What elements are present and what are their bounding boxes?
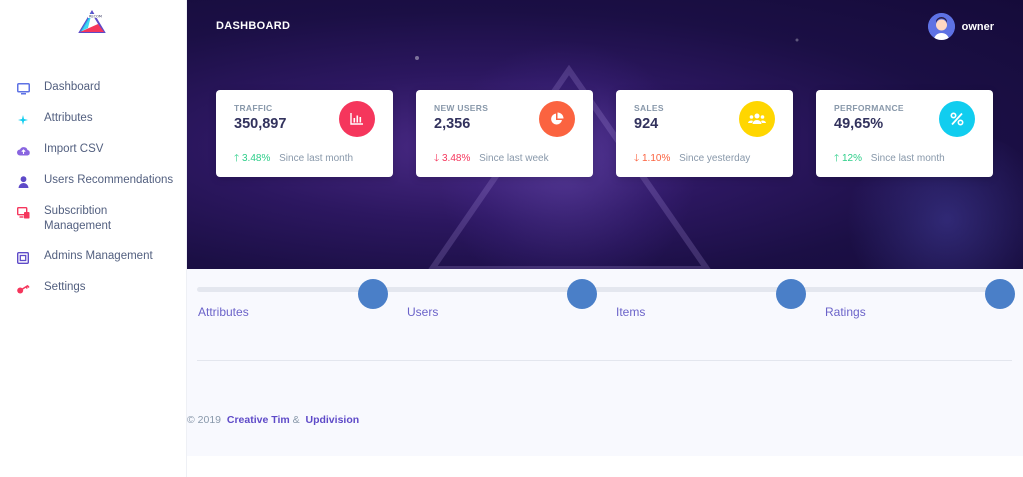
card-footer: 🡑 3.48% Since last month (234, 151, 353, 168)
footer-link-creative-tim[interactable]: Creative Tim (227, 414, 290, 426)
devices-icon (16, 206, 30, 220)
change-indicator: 🡓 3.48% (434, 153, 470, 164)
arrow-up-icon: 🡑 (834, 153, 840, 164)
footer-ampersand: & (292, 414, 300, 426)
svg-text:RECOM: RECOM (89, 15, 102, 19)
change-indicator: 🡑 3.48% (234, 153, 270, 164)
sidebar-item-label: Subscribtion Management (44, 205, 112, 232)
sidebar: RECOM Dashboard Attributes Import CSV Us… (0, 0, 187, 477)
sidebar-nav: Dashboard Attributes Import CSV Users Re… (0, 80, 187, 311)
sidebar-item-label: Import CSV (44, 143, 104, 155)
step-marker-attributes[interactable] (358, 279, 388, 309)
stat-card-new-users: NEW USERS 2,356 🡓 3.48% Since last week (416, 90, 593, 177)
settings-key-icon (16, 282, 30, 296)
step-marker-items[interactable] (776, 279, 806, 309)
card-footer: 🡓 1.10% Since yesterday (634, 151, 750, 168)
cloud-upload-icon (16, 144, 30, 158)
sidebar-item-attributes[interactable]: Attributes (0, 111, 187, 127)
step-label-users[interactable]: Users (407, 305, 438, 319)
sidebar-item-settings[interactable]: Settings (0, 280, 187, 296)
change-value: 1.10% (641, 153, 671, 164)
arrow-down-icon: 🡓 (434, 153, 440, 164)
footer-link-updivision[interactable]: Updivision (305, 414, 359, 426)
change-period: Since last month (279, 153, 354, 164)
brand-logo[interactable]: RECOM (78, 10, 106, 34)
sidebar-item-subscription-management[interactable]: Subscribtion Management (0, 204, 187, 234)
sidebar-item-label: Dashboard (44, 81, 101, 93)
change-period: Since last week (479, 153, 549, 164)
step-marker-users[interactable] (567, 279, 597, 309)
user-icon (16, 175, 30, 189)
card-footer: 🡓 3.48% Since last week (434, 151, 549, 168)
stat-card-sales: SALES 924 🡓 1.10% Since yesterday (616, 90, 793, 177)
sparkle-icon (16, 113, 30, 127)
sidebar-item-dashboard[interactable]: Dashboard (0, 80, 187, 96)
sidebar-item-label: Users Recommendations (44, 174, 174, 186)
change-value: 3.48% (441, 153, 471, 164)
divider (197, 360, 1012, 361)
change-period: Since yesterday (679, 153, 751, 164)
step-label-items[interactable]: Items (616, 305, 645, 319)
page-title: DASHBOARD (216, 20, 291, 32)
users-icon (739, 101, 775, 137)
sidebar-item-label: Settings (44, 281, 86, 293)
step-marker-ratings[interactable] (985, 279, 1015, 309)
card-footer: 🡑 12% Since last month (834, 151, 945, 168)
change-period: Since last month (870, 153, 945, 164)
stepper: Attributes Users Items Ratings (197, 278, 1017, 328)
chart-pie-icon (539, 101, 575, 137)
change-value: 12% (841, 153, 862, 164)
monitor-icon (16, 82, 30, 96)
change-indicator: 🡓 1.10% (634, 153, 670, 164)
stat-card-traffic: TRAFFIC 350,897 🡑 3.48% Since last month (216, 90, 393, 177)
change-indicator: 🡑 12% (834, 153, 862, 164)
admin-panel-icon (16, 251, 30, 265)
change-value: 3.48% (241, 153, 271, 164)
sidebar-item-users-recommendations[interactable]: Users Recommendations (0, 173, 187, 189)
user-name: owner (961, 20, 994, 33)
arrow-down-icon: 🡓 (634, 153, 640, 164)
footer: © 2019 Creative Tim & Updivision (187, 414, 359, 426)
avatar[interactable] (927, 13, 955, 40)
stepper-track (197, 287, 1012, 292)
bottom-strip (187, 456, 1023, 477)
stat-card-performance: PERFORMANCE 49,65% 🡑 12% Since last mont… (816, 90, 993, 177)
chart-bar-icon (339, 101, 375, 137)
sidebar-item-label: Admins Management (44, 250, 153, 262)
step-label-ratings[interactable]: Ratings (825, 305, 866, 319)
sidebar-item-label: Attributes (44, 112, 93, 124)
copyright-text: © 2019 (187, 414, 222, 426)
arrow-up-icon: 🡑 (234, 153, 240, 164)
user-menu[interactable]: owner (927, 13, 994, 40)
step-label-attributes[interactable]: Attributes (198, 305, 249, 319)
percent-icon (939, 101, 975, 137)
sidebar-item-admins-management[interactable]: Admins Management (0, 249, 187, 265)
sidebar-item-import-csv[interactable]: Import CSV (0, 142, 187, 158)
